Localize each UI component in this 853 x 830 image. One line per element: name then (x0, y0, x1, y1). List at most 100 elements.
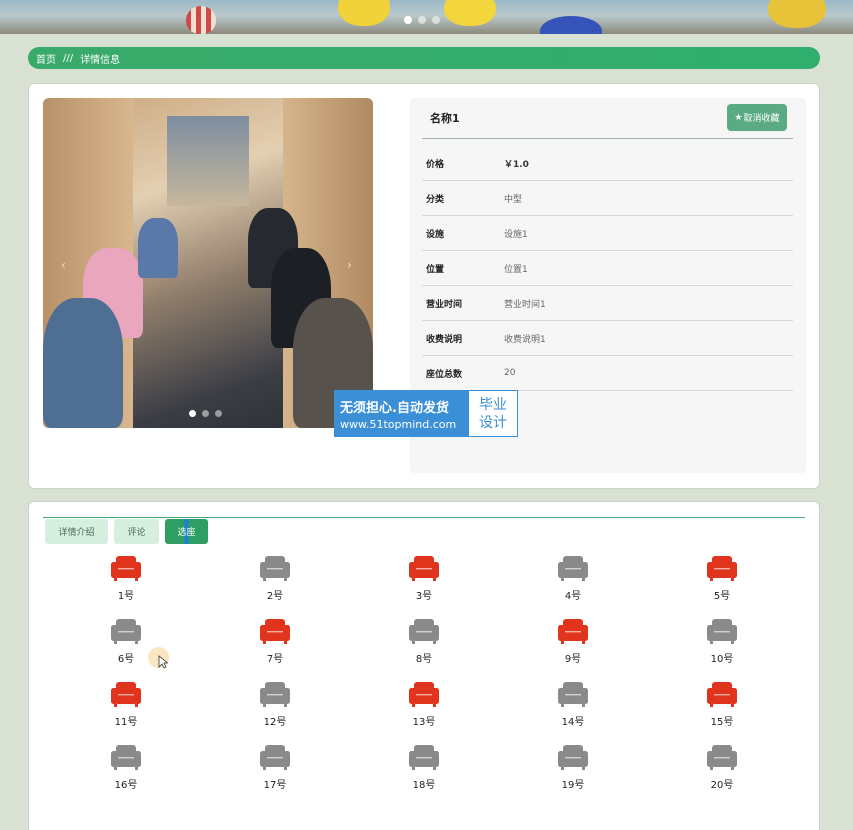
info-row-price: 价格 ￥1.0 (422, 146, 793, 181)
armchair-icon (558, 745, 588, 770)
info-header: 名称1 ★ 取消收藏 (422, 98, 793, 139)
seat-label: 8号 (415, 654, 433, 665)
tab-seat-select[interactable]: 选座 (165, 519, 208, 544)
armchair-icon (558, 556, 588, 581)
seat-label: 12号 (263, 717, 287, 728)
banner-dot[interactable] (418, 16, 426, 24)
watermark-right: 毕业 设计 (469, 391, 517, 436)
seat-2[interactable]: 2号 (245, 554, 305, 610)
seat-7[interactable]: 7号 (245, 617, 305, 673)
photo-dot[interactable] (202, 410, 209, 417)
armchair-icon (409, 619, 439, 644)
star-icon: ★ (734, 112, 743, 123)
info-row-seat-total: 座位总数 20 (422, 356, 793, 391)
seat-selection-card: 详情介绍 评论 选座 1号 2号 3号 4号 5号 6号 7号 8号 9号 10号 11号 12号 13… (28, 501, 820, 830)
seat-3[interactable]: 3号 (394, 554, 454, 610)
seat-label: 7号 (266, 654, 284, 665)
info-row-hours: 营业时间 营业时间1 (422, 286, 793, 321)
info-row-value: 收费说明1 (504, 334, 546, 345)
banner-pagination (404, 16, 440, 24)
info-row-label: 位置 (426, 264, 445, 275)
seat-8[interactable]: 8号 (394, 617, 454, 673)
seat-4[interactable]: 4号 (543, 554, 603, 610)
seat-label: 20号 (710, 780, 734, 791)
armchair-icon (111, 745, 141, 770)
armchair-icon (707, 556, 737, 581)
armchair-icon (409, 682, 439, 707)
unfavorite-button[interactable]: ★ 取消收藏 (727, 104, 787, 131)
banner-dot[interactable] (432, 16, 440, 24)
info-row-label: 设施 (426, 229, 445, 240)
armchair-icon (707, 682, 737, 707)
seat-1[interactable]: 1号 (96, 554, 156, 610)
unfavorite-label: 取消收藏 (743, 114, 780, 124)
seat-label: 13号 (412, 717, 436, 728)
mouse-cursor-icon (158, 655, 168, 669)
seat-label: 9号 (564, 654, 582, 665)
breadcrumb-home[interactable]: 首页 (36, 51, 56, 66)
top-banner-carousel[interactable] (0, 0, 853, 34)
armchair-icon (111, 619, 141, 644)
photo-person (43, 298, 123, 428)
info-row-category: 分类 中型 (422, 181, 793, 216)
seat-10[interactable]: 10号 (692, 617, 752, 673)
seat-label: 3号 (415, 591, 433, 602)
tab-detail-intro[interactable]: 详情介绍 (45, 519, 108, 544)
tab-comments[interactable]: 评论 (114, 519, 159, 544)
seat-label: 6号 (117, 654, 135, 665)
photo-dot[interactable] (215, 410, 222, 417)
info-row-value: 中型 (504, 194, 523, 205)
seat-label: 18号 (412, 780, 436, 791)
seat-18[interactable]: 18号 (394, 743, 454, 799)
seat-label: 14号 (561, 717, 585, 728)
photo-dot[interactable] (189, 410, 196, 417)
seat-label: 19号 (561, 780, 585, 791)
watermark-badge: 无须担心.自动发货 www.51topmind.com 毕业 设计 (334, 390, 518, 437)
info-row-fee: 收费说明 收费说明1 (422, 321, 793, 356)
seat-16[interactable]: 16号 (96, 743, 156, 799)
seat-5[interactable]: 5号 (692, 554, 752, 610)
seat-14[interactable]: 14号 (543, 680, 603, 736)
armchair-icon (409, 556, 439, 581)
info-row-label: 分类 (426, 194, 445, 205)
info-row-value: ￥1.0 (504, 159, 529, 170)
armchair-icon (707, 619, 737, 644)
info-row-value: 设施1 (504, 229, 528, 240)
info-row-value: 位置1 (504, 264, 528, 275)
seat-label: 10号 (710, 654, 734, 665)
info-row-label: 价格 (426, 159, 445, 170)
seat-20[interactable]: 20号 (692, 743, 752, 799)
info-row-location: 位置 位置1 (422, 251, 793, 286)
info-row-value: 20 (504, 368, 516, 378)
seat-6[interactable]: 6号 (96, 617, 156, 673)
armchair-icon (111, 556, 141, 581)
seat-19[interactable]: 19号 (543, 743, 603, 799)
seat-label: 2号 (266, 591, 284, 602)
seat-label: 1号 (117, 591, 135, 602)
carousel-prev-icon[interactable]: ‹ (61, 258, 66, 272)
watermark-slogan: 无须担心.自动发货 (340, 400, 449, 416)
watermark-right-line1: 毕业 (479, 396, 507, 413)
balloon-decoration (768, 0, 826, 28)
banner-dot[interactable] (404, 16, 412, 24)
seat-12[interactable]: 12号 (245, 680, 305, 736)
info-row-value: 营业时间1 (504, 299, 546, 310)
seat-13[interactable]: 13号 (394, 680, 454, 736)
venue-title: 名称1 (430, 112, 460, 125)
seat-11[interactable]: 11号 (96, 680, 156, 736)
seat-17[interactable]: 17号 (245, 743, 305, 799)
seat-15[interactable]: 15号 (692, 680, 752, 736)
photo-shelf (167, 116, 249, 206)
balloon-decoration (540, 16, 602, 34)
seat-9[interactable]: 9号 (543, 617, 603, 673)
carousel-next-icon[interactable]: › (347, 258, 352, 272)
armchair-icon (409, 745, 439, 770)
photo-pagination (189, 410, 222, 417)
watermark-right-line2: 设计 (479, 414, 507, 431)
seat-label: 5号 (713, 591, 731, 602)
venue-photo-carousel[interactable]: ‹ › (43, 98, 373, 428)
balloon-decoration (338, 0, 390, 26)
armchair-icon (260, 745, 290, 770)
balloon-decoration (186, 6, 216, 34)
seat-label: 17号 (263, 780, 287, 791)
